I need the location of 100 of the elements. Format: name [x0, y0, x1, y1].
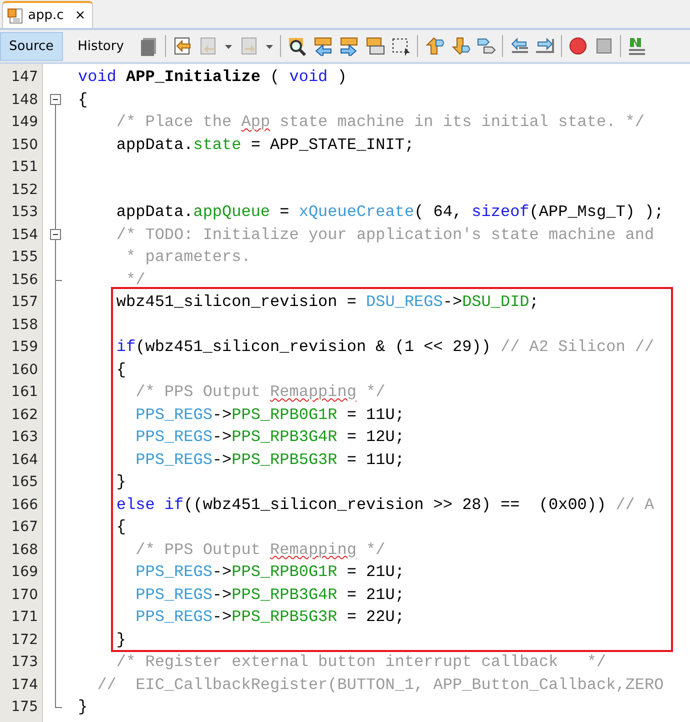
code-comment: */ [125, 270, 146, 289]
code-text: } [78, 698, 88, 716]
code-text: appData. [115, 136, 194, 154]
code-text: (APP_Msg_T) ); [529, 203, 664, 222]
code-comment: */ [365, 383, 386, 402]
line-number: 150 [10, 136, 38, 153]
record-icon[interactable] [568, 36, 588, 56]
find-next-icon[interactable] [338, 36, 359, 56]
misspelled-word: Remapping [270, 383, 356, 402]
code-field: PPS_RPB5G3R [232, 450, 338, 469]
code-text: wbz451_silicon_revision = [115, 293, 358, 312]
code-text: } [115, 473, 126, 492]
code-text: } [115, 630, 126, 649]
code-identifier: DSU_REGS [366, 293, 443, 312]
collapse-toggle[interactable] [50, 94, 61, 104]
find-previous-icon[interactable] [312, 36, 333, 56]
arrow-up-icon[interactable] [424, 36, 444, 56]
code-field: appQueue [193, 203, 270, 222]
selection-icon[interactable] [390, 36, 411, 56]
code-keyword: void [78, 68, 116, 86]
line-number: 166 [10, 496, 38, 513]
code-comment: // A2 Silicon // [500, 338, 654, 356]
line-number: 153 [10, 204, 38, 220]
code-field: PPS_RPB0G1R [232, 563, 338, 582]
code-comment: state machine in its initial state. */ [278, 113, 645, 132]
document-icon[interactable] [138, 36, 159, 56]
code-text: = 12U; [346, 428, 404, 446]
line-number: 163 [10, 429, 38, 446]
code-identifier: PPS_REGS [134, 586, 212, 604]
code-text: ( [269, 68, 281, 86]
code-field: PPS_RPB3G4R [232, 586, 338, 604]
code-identifier: xQueueCreate [298, 203, 414, 222]
close-button[interactable]: × [74, 8, 86, 23]
file-tab[interactable]: app.c × [2, 1, 93, 28]
code-comment: // EIC_CallbackRegister(BUTTON_1, APP_Button_Callback,ZERO [96, 676, 664, 694]
macro-icon[interactable] [626, 36, 647, 56]
code-comment: /* TODO: Initialize your application's state machine and [115, 226, 654, 244]
indent-icon[interactable] [534, 36, 555, 56]
view-button[interactable]: History [68, 32, 133, 60]
line-number: 165 [10, 474, 38, 490]
code-comment: // A [616, 496, 654, 514]
code-text: ( 64, [414, 203, 464, 222]
code-identifier: PPS_REGS [134, 428, 212, 446]
line-number: 160 [10, 362, 38, 378]
code-text: { [115, 360, 126, 379]
code-keyword: void [289, 68, 328, 86]
c-file-icon [7, 8, 23, 24]
code-field: state [193, 136, 242, 154]
code-identifier: PPS_REGS [134, 608, 212, 626]
line-number: 149 [10, 114, 38, 130]
code-text: -> [212, 586, 232, 604]
code-text: -> [212, 450, 232, 469]
line-number: 171 [10, 609, 38, 626]
code-comment: * parameters. [125, 248, 251, 266]
code-comment: /* PPS Output [134, 540, 262, 559]
line-number: 152 [10, 182, 38, 198]
line-number: 151 [10, 159, 38, 176]
misspelled-word: Remapping [270, 540, 356, 559]
code-text: -> [212, 563, 232, 582]
line-number: 148 [10, 92, 38, 108]
outdent-icon[interactable] [508, 36, 529, 56]
collapse-toggle[interactable] [50, 228, 61, 240]
line-number: 167 [10, 519, 38, 536]
code-identifier: PPS_REGS [134, 563, 212, 582]
line-number: 169 [10, 564, 38, 580]
stop-icon[interactable] [594, 36, 614, 56]
line-number: 156 [10, 272, 38, 288]
code-text: (wbz451_silicon_revision & (1 << 29)) [136, 338, 492, 356]
line-number: 147 [10, 69, 38, 86]
code-text: = 21U; [346, 586, 404, 604]
line-number: 161 [10, 384, 38, 400]
line-number: 159 [10, 339, 38, 356]
code-text: = APP_STATE_INIT; [250, 136, 414, 154]
code-keyword: sizeof [472, 203, 530, 222]
code-text: -> [212, 406, 232, 424]
code-field: PPS_RPB3G4R [232, 428, 338, 446]
line-number: 174 [10, 676, 38, 693]
code-text: ; [529, 293, 539, 312]
code-text: = [278, 203, 290, 222]
code-text: = 11U; [346, 406, 404, 424]
code-field: PPS_RPB5G3R [232, 608, 338, 626]
line-number: 154 [10, 226, 38, 243]
code-text: = 11U; [346, 450, 404, 469]
code-text: = 21U; [346, 563, 404, 582]
code-identifier: PPS_REGS [134, 450, 212, 469]
line-number: 162 [10, 406, 38, 423]
window-stack-icon[interactable] [364, 36, 385, 56]
code-text: { [115, 518, 126, 536]
code-comment: /* Place the [115, 113, 233, 132]
code-field: PPS_RPB0G1R [232, 406, 338, 424]
view-button[interactable]: Source [0, 32, 63, 60]
line-number: 157 [10, 294, 38, 310]
misspelled-word: App [241, 113, 270, 132]
arrow-down-icon[interactable] [450, 36, 470, 56]
line-number: 164 [10, 452, 38, 468]
search-icon[interactable] [286, 36, 307, 56]
code-text: ((wbz451_silicon_revision >> 28) == (0x00)) [184, 496, 608, 514]
tag-pair-icon[interactable] [476, 36, 496, 56]
line-number: 168 [10, 542, 38, 558]
code-text: appData. [115, 203, 194, 222]
